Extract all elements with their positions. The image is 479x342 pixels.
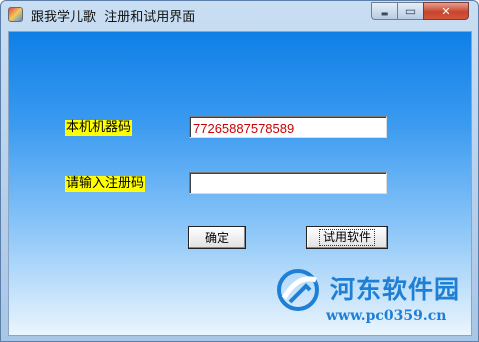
register-code-label: 请输入注册码	[65, 176, 146, 192]
watermark-logo-icon	[277, 269, 319, 311]
machine-code-label: 本机机器码	[65, 120, 133, 136]
machine-code-field[interactable]	[189, 116, 387, 138]
dialog-client-area: 本机机器码 请输入注册码 确定 试用软件 河东软件园 www.pc0359.cn	[8, 31, 472, 336]
confirm-button-label: 确定	[204, 231, 229, 245]
watermark: 河东软件园 www.pc0359.cn	[274, 266, 474, 334]
window-title: 跟我学儿歌 注册和试用界面	[31, 10, 196, 25]
app-icon[interactable]	[8, 7, 23, 22]
watermark-url: www.pc0359.cn	[326, 308, 447, 324]
maximize-button[interactable]: ▭	[397, 2, 424, 20]
minimize-icon: ▬	[380, 9, 389, 18]
trial-button-label: 试用软件	[318, 229, 375, 246]
register-code-input[interactable]	[189, 172, 387, 194]
close-icon: ✕	[441, 4, 451, 18]
confirm-button[interactable]: 确定	[188, 226, 246, 249]
minimize-button[interactable]: ▬	[371, 2, 398, 20]
watermark-brand: 河东软件园	[330, 275, 461, 304]
app-window: 跟我学儿歌 注册和试用界面 ▬ ▭ ✕ 本机机器码 请输入注册码 确定 试用软件	[0, 0, 479, 342]
maximize-icon: ▭	[404, 4, 417, 18]
trial-button[interactable]: 试用软件	[306, 226, 388, 249]
close-button[interactable]: ✕	[423, 2, 469, 20]
title-bar[interactable]: 跟我学儿歌 注册和试用界面 ▬ ▭ ✕	[1, 1, 478, 27]
